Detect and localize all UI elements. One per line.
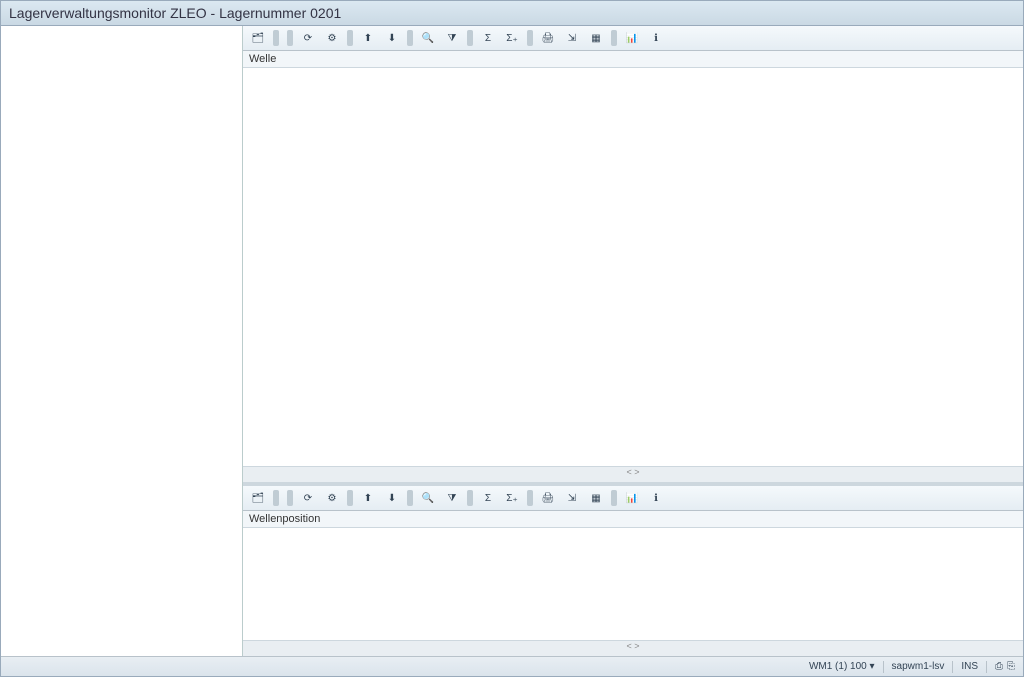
title-bar: Lagerverwaltungsmonitor ZLEO - Lagernumm…: [1, 1, 1023, 26]
info-icon[interactable]: ℹ: [645, 488, 667, 508]
lower-toolbar: 🗂 ⟳ ⚙ ⬆ ⬇ 🔍 ⧩ Σ Σ₊ 🖨: [243, 486, 1023, 511]
status-icon-2[interactable]: ⎘: [1007, 661, 1015, 672]
filter-icon[interactable]: ⧩: [441, 28, 463, 48]
detail-icon[interactable]: 🗂: [247, 488, 269, 508]
tool1-icon[interactable]: ⚙: [321, 488, 343, 508]
main-area: 🗂 ⟳ ⚙ ⬆ ⬇ 🔍 ⧩ Σ Σ₊ 🖨: [1, 26, 1023, 656]
upper-pane: 🗂 ⟳ ⚙ ⬆ ⬇ 🔍 ⧩ Σ Σ₊ 🖨: [243, 26, 1023, 482]
subtotal-icon[interactable]: Σ₊: [501, 488, 523, 508]
refresh-icon[interactable]: ⟳: [297, 28, 319, 48]
chart-icon[interactable]: 📊: [621, 28, 643, 48]
subtotal-icon[interactable]: Σ₊: [501, 28, 523, 48]
export-icon[interactable]: ⇲: [561, 488, 583, 508]
layout-icon[interactable]: ▦: [585, 488, 607, 508]
navigation-tree[interactable]: [1, 26, 243, 656]
status-mode: INS: [961, 661, 978, 672]
upper-hscroll[interactable]: [243, 466, 1023, 482]
export-icon[interactable]: ⇲: [561, 28, 583, 48]
app-window: Lagerverwaltungsmonitor ZLEO - Lagernumm…: [0, 0, 1024, 677]
detail-icon[interactable]: 🗂: [247, 28, 269, 48]
status-system[interactable]: WM1 (1) 100 ▾: [809, 661, 875, 672]
sum-icon[interactable]: Σ: [477, 28, 499, 48]
tool1-icon[interactable]: ⚙: [321, 28, 343, 48]
find-icon[interactable]: 🔍: [417, 488, 439, 508]
upper-grid-wrap[interactable]: [243, 68, 1023, 466]
upper-caption: Welle: [243, 51, 1023, 68]
sum-icon[interactable]: Σ: [477, 488, 499, 508]
status-icon-1[interactable]: ⎙: [995, 661, 1003, 672]
info-icon[interactable]: ℹ: [645, 28, 667, 48]
layout-icon[interactable]: ▦: [585, 28, 607, 48]
refresh-icon[interactable]: ⟳: [297, 488, 319, 508]
window-title: Lagerverwaltungsmonitor ZLEO - Lagernumm…: [9, 5, 341, 21]
upper-toolbar: 🗂 ⟳ ⚙ ⬆ ⬇ 🔍 ⧩ Σ Σ₊ 🖨: [243, 26, 1023, 51]
sort-desc-icon[interactable]: ⬇: [381, 28, 403, 48]
content-area: 🗂 ⟳ ⚙ ⬆ ⬇ 🔍 ⧩ Σ Σ₊ 🖨: [243, 26, 1023, 656]
print-icon[interactable]: 🖨: [537, 28, 559, 48]
lower-grid-wrap[interactable]: [243, 528, 1023, 640]
chart-icon[interactable]: 📊: [621, 488, 643, 508]
sort-asc-icon[interactable]: ⬆: [357, 28, 379, 48]
filter-icon[interactable]: ⧩: [441, 488, 463, 508]
print-icon[interactable]: 🖨: [537, 488, 559, 508]
status-bar: WM1 (1) 100 ▾ sapwm1-lsv INS ⎙ ⎘: [1, 656, 1023, 676]
find-icon[interactable]: 🔍: [417, 28, 439, 48]
lower-hscroll[interactable]: [243, 640, 1023, 656]
sort-desc-icon[interactable]: ⬇: [381, 488, 403, 508]
lower-caption: Wellenposition: [243, 511, 1023, 528]
status-server: sapwm1-lsv: [892, 661, 945, 672]
lower-pane: 🗂 ⟳ ⚙ ⬆ ⬇ 🔍 ⧩ Σ Σ₊ 🖨: [243, 486, 1023, 656]
sort-asc-icon[interactable]: ⬆: [357, 488, 379, 508]
